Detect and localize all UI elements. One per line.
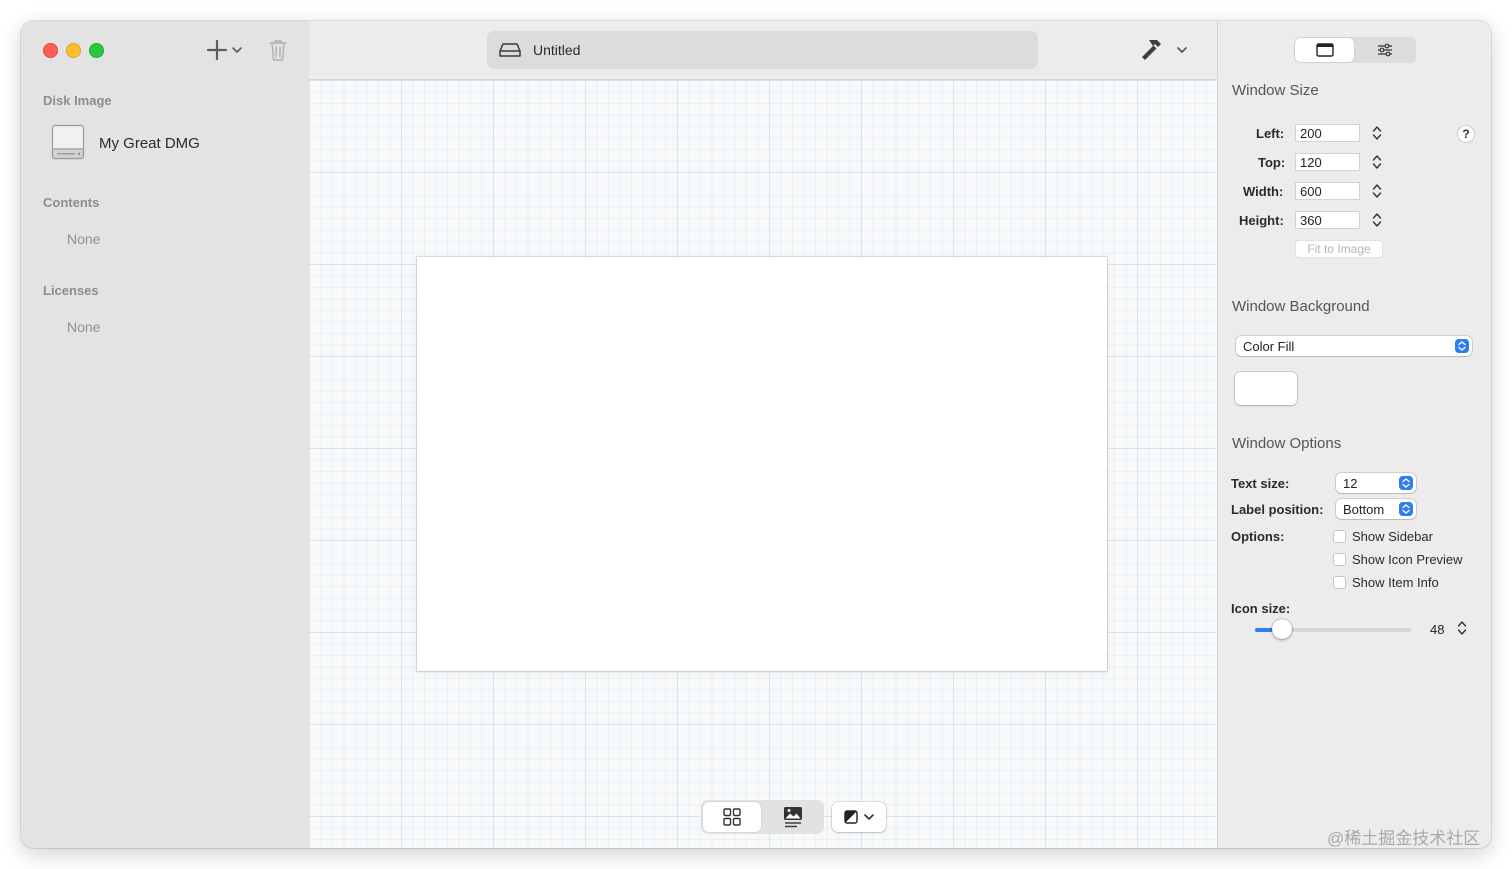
trash-icon <box>269 40 287 61</box>
contents-empty: None <box>67 231 101 247</box>
watermark: @稀土掘金技术社区 <box>1327 829 1481 848</box>
icon-size-value: 48 <box>1430 622 1445 637</box>
licenses-empty: None <box>67 319 101 335</box>
checkbox <box>1333 575 1346 589</box>
design-canvas[interactable] <box>309 80 1217 848</box>
left-field[interactable] <box>1295 124 1360 142</box>
drive-icon <box>499 43 521 57</box>
text-size-value: 12 <box>1343 476 1358 491</box>
text-size-label: Text size: <box>1231 476 1290 491</box>
disk-icon <box>51 124 85 160</box>
width-stepper[interactable] <box>1370 181 1384 201</box>
disk-name: My Great DMG <box>99 134 200 152</box>
chevron-down-icon <box>1177 47 1187 53</box>
options-label: Options: <box>1231 529 1285 544</box>
inspector-tabs <box>1294 37 1416 63</box>
text-size-popup[interactable]: 12 <box>1336 473 1416 493</box>
grid-icon <box>723 808 741 826</box>
label-position-value: Bottom <box>1343 502 1385 517</box>
width-field[interactable] <box>1295 182 1360 200</box>
left-stepper[interactable] <box>1370 123 1384 143</box>
hammer-icon <box>1142 40 1161 60</box>
width-label: Width: <box>1243 184 1284 199</box>
left-label: Left: <box>1256 126 1285 141</box>
background-type-value: Color Fill <box>1243 339 1295 354</box>
window-preview[interactable] <box>417 257 1107 671</box>
help-button[interactable]: ? <box>1457 125 1475 143</box>
window-title: Untitled <box>533 42 581 58</box>
title-field[interactable]: Untitled <box>487 31 1038 69</box>
appearance-icon <box>844 810 858 824</box>
top-label: Top: <box>1258 155 1286 170</box>
checkbox <box>1333 552 1346 566</box>
height-stepper[interactable] <box>1370 210 1384 230</box>
icon-view-segment[interactable] <box>703 802 761 832</box>
disk-item[interactable]: My Great DMG <box>51 121 200 165</box>
window-options-title: Window Options <box>1232 435 1342 452</box>
updown-chevron-icon <box>1399 476 1413 490</box>
disk-image-title: Disk Image <box>43 93 112 108</box>
show-sidebar-checkbox[interactable]: Show Sidebar <box>1333 527 1433 545</box>
background-view-segment[interactable] <box>763 802 822 832</box>
show-icon-preview-label: Show Icon Preview <box>1352 551 1463 567</box>
tab-settings[interactable] <box>1355 38 1415 62</box>
slider-knob[interactable] <box>1271 619 1292 639</box>
sidebar: Disk Image My Great DMG Contents None Li… <box>21 21 309 848</box>
top-stepper[interactable] <box>1370 152 1384 172</box>
background-color-well[interactable] <box>1235 372 1297 405</box>
icon-size-label: Icon size: <box>1231 601 1291 616</box>
window-background-title: Window Background <box>1232 298 1370 315</box>
chevron-down-icon <box>232 47 242 53</box>
appearance-button[interactable] <box>832 802 886 832</box>
add-button[interactable] <box>206 38 246 62</box>
sliders-icon <box>1378 43 1392 57</box>
height-label: Height: <box>1239 213 1284 228</box>
zoom-button[interactable] <box>89 43 104 58</box>
view-mode-segmented-control <box>701 800 824 834</box>
chevron-down-icon <box>864 814 874 820</box>
show-sidebar-label: Show Sidebar <box>1352 528 1433 544</box>
label-position-popup[interactable]: Bottom <box>1336 499 1416 519</box>
image-icon <box>783 807 802 828</box>
top-field[interactable] <box>1295 153 1360 171</box>
toolbar: Untitled <box>309 21 1217 80</box>
contents-title: Contents <box>43 195 100 210</box>
plus-icon <box>206 39 228 61</box>
icon-size-stepper[interactable] <box>1455 618 1469 638</box>
window-size-title: Window Size <box>1232 82 1319 99</box>
delete-button[interactable] <box>267 38 289 62</box>
background-type-popup[interactable]: Color Fill <box>1236 336 1472 356</box>
show-item-info-label: Show Item Info <box>1352 574 1439 590</box>
fit-to-image-button[interactable]: Fit to Image <box>1295 240 1383 258</box>
close-button[interactable] <box>43 43 58 58</box>
inspector-panel: Window Size Left: ? Top: Width: Height: … <box>1217 21 1491 848</box>
licenses-title: Licenses <box>43 283 99 298</box>
updown-chevron-icon <box>1455 339 1469 353</box>
height-field[interactable] <box>1295 211 1360 229</box>
build-button[interactable] <box>1139 36 1199 64</box>
app-window: Disk Image My Great DMG Contents None Li… <box>21 21 1491 848</box>
minimize-button[interactable] <box>66 43 81 58</box>
checkbox <box>1333 529 1346 543</box>
show-icon-preview-checkbox[interactable]: Show Icon Preview <box>1333 550 1463 568</box>
updown-chevron-icon <box>1399 502 1413 516</box>
window-icon <box>1315 43 1334 57</box>
tab-window[interactable] <box>1295 38 1354 62</box>
label-position-label: Label position: <box>1231 502 1324 517</box>
show-item-info-checkbox[interactable]: Show Item Info <box>1333 573 1439 591</box>
